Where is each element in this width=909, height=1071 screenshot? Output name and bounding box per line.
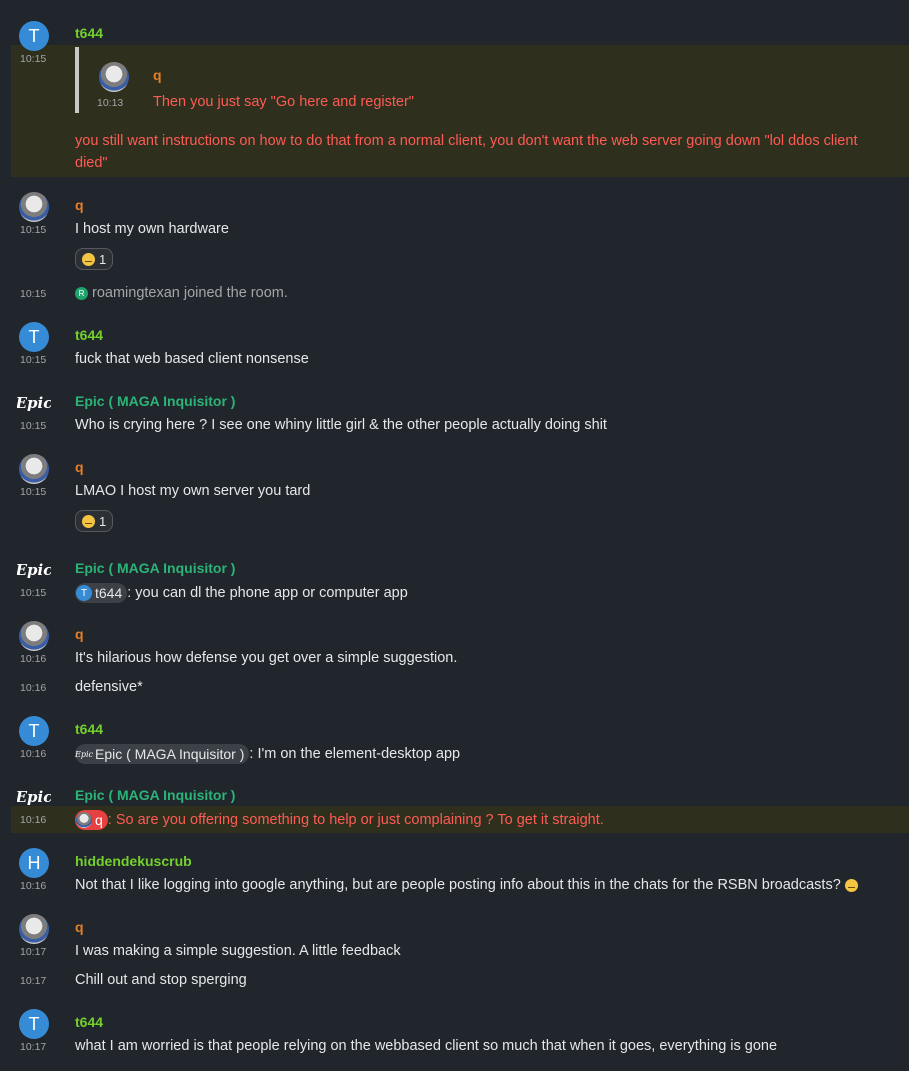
reaction-count: 1: [99, 251, 107, 267]
user-pill[interactable]: Tt644: [75, 583, 128, 603]
message-body: It's hilarious how defense you get over …: [75, 650, 458, 666]
message-body: Epic Epic ( MAGA Inquisitor ): I'm on the…: [75, 744, 460, 764]
pill-avatar: T: [76, 585, 92, 601]
message-body: fuck that web based client nonsense: [75, 351, 309, 367]
reply-quote[interactable]: 10:13 q Then you just say "Go here and r…: [75, 47, 899, 113]
message-event[interactable]: T 10:16 t644 Epic Epic ( MAGA Inquisitor …: [11, 715, 909, 765]
sender-name[interactable]: t644: [75, 25, 103, 41]
message-event[interactable]: 10:16 q It's hilarious how defense you g…: [11, 620, 909, 670]
message-event[interactable]: 10:15 q LMAO I host my own server you ta…: [11, 453, 909, 533]
pill-avatar: Epic: [75, 749, 93, 759]
timestamp[interactable]: 10:16: [20, 682, 48, 694]
sender-name[interactable]: t644: [75, 1014, 103, 1030]
sender-name[interactable]: q: [75, 919, 84, 935]
thinking-face-icon: [82, 252, 95, 266]
avatar[interactable]: T: [19, 21, 49, 51]
message-event[interactable]: 10:17 q I was making a simple suggestion…: [11, 913, 909, 963]
message-event[interactable]: Epic 10:15 Epic ( MAGA Inquisitor ) Tt64…: [11, 554, 909, 604]
sender-name[interactable]: Epic ( MAGA Inquisitor ): [75, 787, 235, 803]
sender-name[interactable]: Epic ( MAGA Inquisitor ): [75, 560, 235, 576]
sender-name[interactable]: t644: [75, 721, 103, 737]
message-event[interactable]: Epic 10:15 Epic ( MAGA Inquisitor ) Who …: [11, 387, 909, 437]
pill-name: Epic ( MAGA Inquisitor ): [95, 746, 245, 762]
message-body: q: So are you offering something to help…: [75, 810, 604, 830]
avatar[interactable]: T: [19, 1009, 49, 1039]
message-body: Then you just say "Go here and register": [153, 94, 414, 110]
timestamp[interactable]: 10:15: [20, 224, 48, 236]
pill-name: q: [95, 812, 103, 828]
avatar[interactable]: [19, 454, 49, 484]
message-body: Tt644: you can dl the phone app or compu…: [75, 583, 408, 603]
message-body: Who is crying here ? I see one whiny lit…: [75, 417, 607, 433]
timestamp[interactable]: 10:15: [20, 53, 48, 65]
avatar[interactable]: H: [19, 848, 49, 878]
thinking-face-icon: [844, 878, 858, 892]
avatar[interactable]: [19, 914, 49, 944]
sender-name[interactable]: t644: [75, 327, 103, 343]
message-event[interactable]: 10:17 Chill out and stop sperging: [11, 969, 909, 993]
timestamp[interactable]: 10:15: [20, 587, 48, 599]
pill-avatar: [76, 812, 92, 828]
room-timeline: T 10:15 t644 10:13 q Then you just say "…: [0, 0, 909, 1071]
avatar[interactable]: [19, 192, 49, 222]
message-text: Not that I like logging into google anyt…: [75, 877, 841, 893]
timestamp[interactable]: 10:17: [20, 946, 48, 958]
sender-name[interactable]: q: [153, 67, 162, 83]
reaction-thinking[interactable]: 1: [75, 248, 114, 270]
avatar[interactable]: Epic: [17, 555, 51, 585]
message-event[interactable]: H 10:16 hiddendekuscrub Not that I like …: [11, 847, 909, 897]
sender-name[interactable]: Epic ( MAGA Inquisitor ): [75, 393, 235, 409]
message-event[interactable]: T 10:15 t644 10:13 q Then you just say "…: [11, 17, 909, 177]
thinking-face-icon: [82, 514, 95, 528]
message-event[interactable]: Epic 10:16 Epic ( MAGA Inquisitor ) q: S…: [11, 781, 909, 835]
avatar[interactable]: [99, 62, 129, 92]
avatar[interactable]: Epic: [17, 782, 51, 812]
timestamp[interactable]: 10:17: [20, 975, 48, 987]
reaction-count: 1: [99, 513, 107, 529]
user-pill[interactable]: Epic Epic ( MAGA Inquisitor ): [75, 744, 250, 764]
timestamp[interactable]: 10:16: [20, 748, 48, 760]
message-body: you still want instructions on how to do…: [75, 133, 858, 149]
sender-name[interactable]: q: [75, 197, 84, 213]
timestamp[interactable]: 10:15: [20, 420, 48, 432]
avatar[interactable]: [19, 621, 49, 651]
message-event[interactable]: T 10:15 t644 fuck that web based client …: [11, 321, 909, 371]
message-body: Not that I like logging into google anyt…: [75, 877, 858, 893]
timestamp[interactable]: 10:15: [20, 486, 48, 498]
membership-change: Rroamingtexan joined the room.: [75, 285, 288, 301]
avatar[interactable]: T: [19, 716, 49, 746]
timestamp[interactable]: 10:16: [20, 653, 48, 665]
avatar[interactable]: T: [19, 322, 49, 352]
message-body-continuation: died": [75, 155, 108, 171]
timestamp[interactable]: 10:15: [20, 354, 48, 366]
message-text: : So are you offering something to help …: [107, 811, 604, 828]
message-body: defensive*: [75, 679, 143, 695]
message-event[interactable]: T 10:17 t644 what I am worried is that p…: [11, 1008, 909, 1058]
timestamp: 10:13: [97, 97, 124, 109]
message-body: what I am worried is that people relying…: [75, 1038, 778, 1054]
avatar[interactable]: Epic: [17, 388, 51, 418]
message-text: : I'm on the element-desktop app: [249, 745, 461, 762]
message-text: : you can dl the phone app or computer a…: [127, 584, 408, 601]
message-body: I was making a simple suggestion. A litt…: [75, 943, 401, 959]
message-body: LMAO I host my own server you tard: [75, 483, 311, 499]
message-event[interactable]: 10:16 defensive*: [11, 676, 909, 700]
state-text: roamingtexan joined the room.: [92, 285, 288, 301]
timestamp[interactable]: 10:15: [20, 288, 48, 300]
sender-name[interactable]: q: [75, 459, 84, 475]
avatar[interactable]: R: [75, 286, 88, 300]
user-pill[interactable]: q: [75, 810, 108, 830]
timestamp[interactable]: 10:16: [20, 880, 48, 892]
sender-name[interactable]: hiddendekuscrub: [75, 853, 192, 869]
message-body: I host my own hardware: [75, 221, 229, 237]
message-body: Chill out and stop sperging: [75, 972, 247, 988]
timestamp[interactable]: 10:17: [20, 1041, 48, 1053]
sender-name[interactable]: q: [75, 626, 84, 642]
reaction-thinking[interactable]: 1: [75, 510, 114, 532]
timestamp[interactable]: 10:16: [20, 814, 48, 826]
pill-name: t644: [95, 585, 123, 601]
message-event[interactable]: 10:15 q I host my own hardware 1: [11, 191, 909, 271]
state-event: 10:15 Rroamingtexan joined the room.: [11, 283, 909, 307]
